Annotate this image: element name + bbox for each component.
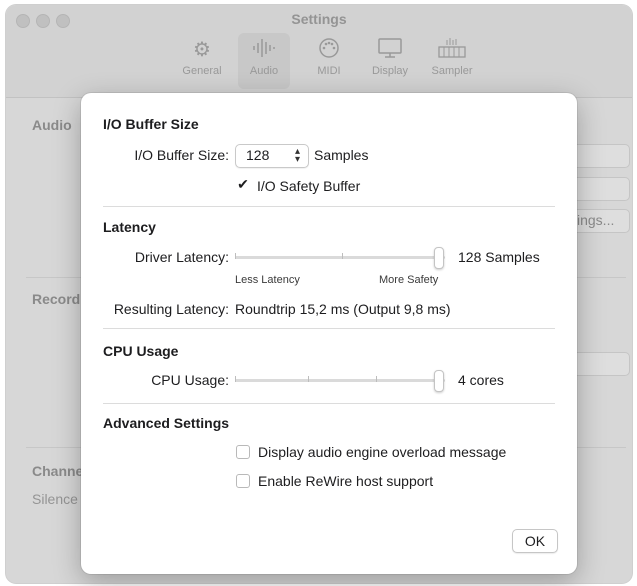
cpu-usage-tick-3 <box>376 376 377 382</box>
advanced-section-title: Advanced Settings <box>103 415 230 431</box>
checkmark-icon: ✔ <box>237 176 249 192</box>
rewire-support-label: Enable ReWire host support <box>258 473 434 489</box>
driver-latency-slider[interactable] <box>235 256 445 259</box>
io-safety-buffer-label: I/O Safety Buffer <box>257 178 361 194</box>
latency-section-title: Latency <box>103 219 156 235</box>
divider-1 <box>103 206 555 207</box>
io-safety-buffer-checkbox[interactable]: ✔ <box>236 176 250 193</box>
cpu-usage-slider[interactable] <box>235 379 445 382</box>
more-safety-label: More Safety <box>379 274 439 286</box>
io-buffer-label: I/O Buffer Size: <box>134 147 229 163</box>
resulting-latency-label: Resulting Latency: <box>113 301 229 317</box>
rewire-support-checkbox[interactable] <box>236 474 250 488</box>
driver-latency-slider-knob[interactable] <box>434 247 444 269</box>
cpu-section-title: CPU Usage <box>103 343 179 359</box>
driver-latency-label: Driver Latency: <box>134 249 229 265</box>
io-buffer-size-value: 128 <box>246 147 270 163</box>
audio-settings-sheet: I/O Buffer Size I/O Buffer Size: 128 ▴ ▾ … <box>81 93 577 574</box>
cpu-usage-label: CPU Usage: <box>151 372 229 388</box>
cpu-usage-value: 4 cores <box>458 372 504 388</box>
cpu-usage-tick-1 <box>235 376 236 382</box>
divider-2 <box>103 328 555 329</box>
io-buffer-unit: Samples <box>314 147 369 163</box>
driver-latency-tick-1 <box>235 253 236 259</box>
less-latency-label: Less Latency <box>235 274 300 286</box>
cpu-usage-tick-2 <box>308 376 309 382</box>
driver-latency-value: 128 Samples <box>458 249 540 265</box>
io-buffer-section-title: I/O Buffer Size <box>103 116 199 132</box>
io-buffer-size-popup[interactable]: 128 ▴ ▾ <box>235 144 309 168</box>
resulting-latency-value: Roundtrip 15,2 ms (Output 9,8 ms) <box>235 301 451 317</box>
driver-latency-tick-2 <box>342 253 343 259</box>
overload-message-label: Display audio engine overload message <box>258 444 507 460</box>
ok-button[interactable]: OK <box>512 529 558 553</box>
cpu-usage-slider-knob[interactable] <box>434 370 444 392</box>
up-down-chevron-icon: ▴ ▾ <box>294 146 300 165</box>
divider-3 <box>103 403 555 404</box>
overload-message-checkbox[interactable] <box>236 445 250 459</box>
